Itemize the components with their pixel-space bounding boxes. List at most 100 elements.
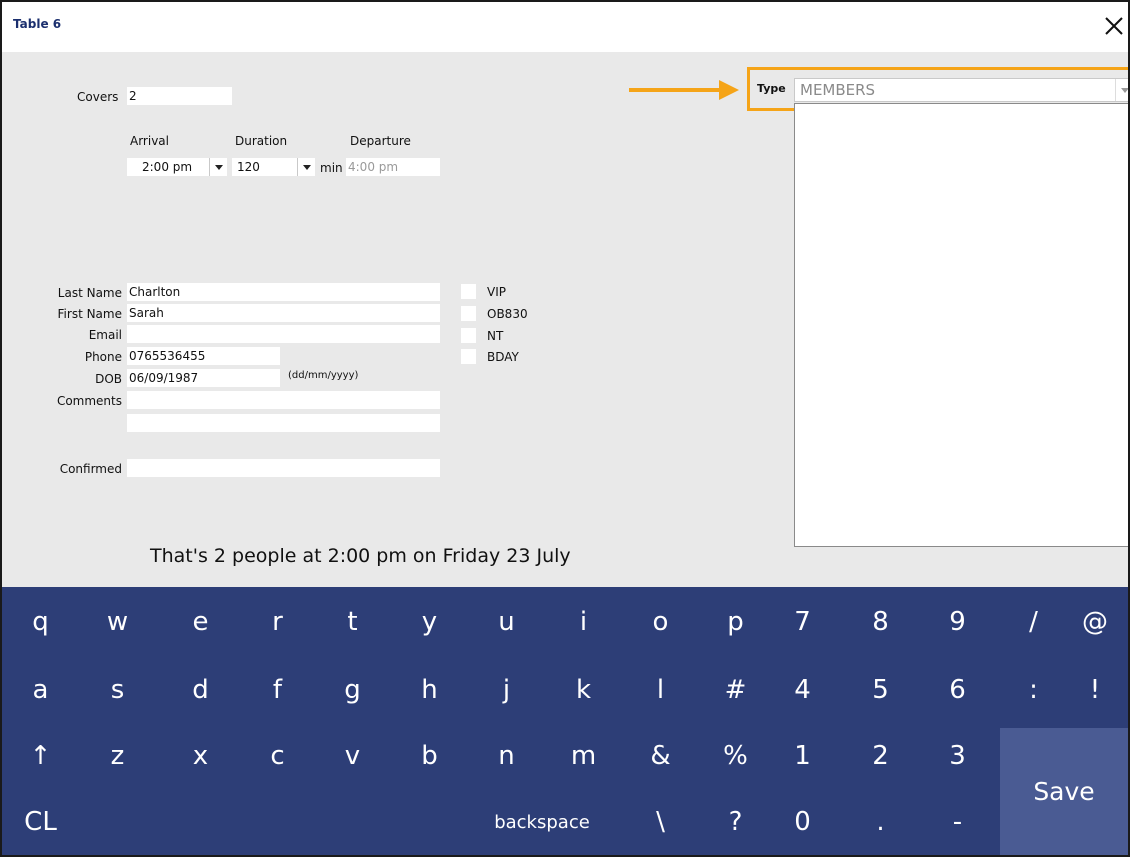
phone-label: Phone <box>84 350 122 364</box>
last-name-label: Last Name <box>57 286 122 300</box>
key-1[interactable]: 1 <box>764 723 841 789</box>
key-q[interactable]: q <box>2 587 79 657</box>
confirmed-label: Confirmed <box>59 462 122 476</box>
key-w[interactable]: w <box>79 587 156 657</box>
key-b[interactable]: b <box>391 723 468 789</box>
key-o[interactable]: o <box>622 587 699 657</box>
departure-label: Departure <box>350 134 411 148</box>
arrow-right-icon <box>629 80 739 100</box>
vip-label: VIP <box>487 285 506 299</box>
duration-label: Duration <box>235 134 288 148</box>
nt-label: NT <box>487 329 504 343</box>
covers-label: Covers <box>77 90 119 104</box>
key-0[interactable]: 0 <box>764 789 841 855</box>
key-colon[interactable]: : <box>995 657 1072 723</box>
duration-select[interactable]: 120 <box>232 158 315 176</box>
chevron-down-icon[interactable] <box>209 158 227 176</box>
first-name-label: First Name <box>57 307 122 321</box>
confirmed-field[interactable] <box>127 459 440 477</box>
comments-label: Comments <box>56 394 122 408</box>
key-z[interactable]: z <box>79 723 156 789</box>
dob-label: DOB <box>95 372 122 386</box>
key-3[interactable]: 3 <box>919 723 996 789</box>
close-icon[interactable] <box>1102 14 1126 38</box>
key-x[interactable]: x <box>162 723 239 789</box>
dob-field[interactable]: 06/09/1987 <box>127 369 280 387</box>
key-i[interactable]: i <box>545 587 622 657</box>
type-select[interactable]: MEMBERS <box>794 78 1128 102</box>
arrival-value: 2:00 pm <box>142 160 193 174</box>
shift-arrow-up-icon[interactable]: ↑ <box>2 723 79 789</box>
key-question[interactable]: ? <box>697 789 774 855</box>
departure-field: 4:00 pm <box>346 158 440 176</box>
chevron-down-icon[interactable] <box>1115 79 1128 101</box>
key-2[interactable]: 2 <box>842 723 919 789</box>
key-j[interactable]: j <box>468 657 545 723</box>
arrival-label: Arrival <box>130 134 169 148</box>
key-clear[interactable]: CL <box>2 789 79 855</box>
duration-value: 120 <box>237 160 260 174</box>
key-s[interactable]: s <box>79 657 156 723</box>
email-field[interactable] <box>127 325 440 343</box>
key-e[interactable]: e <box>162 587 239 657</box>
chevron-down-icon[interactable] <box>297 158 315 176</box>
dob-format-hint: (dd/mm/yyyy) <box>288 370 359 381</box>
key-9[interactable]: 9 <box>919 587 996 657</box>
key-dash[interactable]: - <box>919 789 996 855</box>
covers-field[interactable]: 2 <box>127 87 232 105</box>
key-v[interactable]: v <box>314 723 391 789</box>
key-h[interactable]: h <box>391 657 468 723</box>
key-y[interactable]: y <box>391 587 468 657</box>
type-value: MEMBERS <box>800 81 876 99</box>
key-m[interactable]: m <box>545 723 622 789</box>
key-4[interactable]: 4 <box>764 657 841 723</box>
duration-unit: min <box>320 161 343 175</box>
key-l[interactable]: l <box>622 657 699 723</box>
key-6[interactable]: 6 <box>919 657 996 723</box>
key-at[interactable]: @ <box>1062 587 1128 657</box>
key-slash[interactable]: / <box>995 587 1072 657</box>
key-k[interactable]: k <box>545 657 622 723</box>
type-list-panel[interactable] <box>794 103 1128 547</box>
key-period[interactable]: . <box>842 789 919 855</box>
key-n[interactable]: n <box>468 723 545 789</box>
comments-field-line2[interactable] <box>127 414 440 432</box>
key-c[interactable]: c <box>239 723 316 789</box>
reservation-window: Table 6 Covers 2 Arrival Duration Depart… <box>0 0 1130 857</box>
key-backslash[interactable]: \ <box>622 789 699 855</box>
key-d[interactable]: d <box>162 657 239 723</box>
key-a[interactable]: a <box>2 657 79 723</box>
key-g[interactable]: g <box>314 657 391 723</box>
key-exclamation[interactable]: ! <box>1062 657 1128 723</box>
nt-checkbox[interactable] <box>461 328 476 343</box>
key-t[interactable]: t <box>314 587 391 657</box>
title-bar: Table 6 <box>2 2 1128 52</box>
window-title: Table 6 <box>13 17 62 31</box>
ob830-checkbox[interactable] <box>461 306 476 321</box>
onscreen-keyboard: q w e r t y u i o p 7 8 9 / @ a s d f g … <box>2 587 1128 855</box>
phone-field[interactable]: 0765536455 <box>127 347 280 365</box>
vip-checkbox[interactable] <box>461 284 476 299</box>
key-5[interactable]: 5 <box>842 657 919 723</box>
booking-summary: That's 2 people at 2:00 pm on Friday 23 … <box>150 545 571 567</box>
first-name-field[interactable]: Sarah <box>127 304 440 322</box>
arrival-select[interactable]: 2:00 pm <box>127 158 227 176</box>
key-hash[interactable]: # <box>697 657 774 723</box>
bday-label: BDAY <box>487 350 519 364</box>
comments-field-line1[interactable] <box>127 391 440 409</box>
key-8[interactable]: 8 <box>842 587 919 657</box>
key-f[interactable]: f <box>239 657 316 723</box>
bday-checkbox[interactable] <box>461 349 476 364</box>
key-r[interactable]: r <box>239 587 316 657</box>
email-label: Email <box>88 328 122 342</box>
last-name-field[interactable]: Charlton <box>127 283 440 301</box>
type-label: Type <box>757 82 786 95</box>
key-p[interactable]: p <box>697 587 774 657</box>
ob830-label: OB830 <box>487 307 528 321</box>
key-7[interactable]: 7 <box>764 587 841 657</box>
save-button[interactable]: Save <box>1000 728 1128 855</box>
key-backspace[interactable]: backspace <box>442 789 642 855</box>
key-percent[interactable]: % <box>697 723 774 789</box>
key-u[interactable]: u <box>468 587 545 657</box>
key-ampersand[interactable]: & <box>622 723 699 789</box>
